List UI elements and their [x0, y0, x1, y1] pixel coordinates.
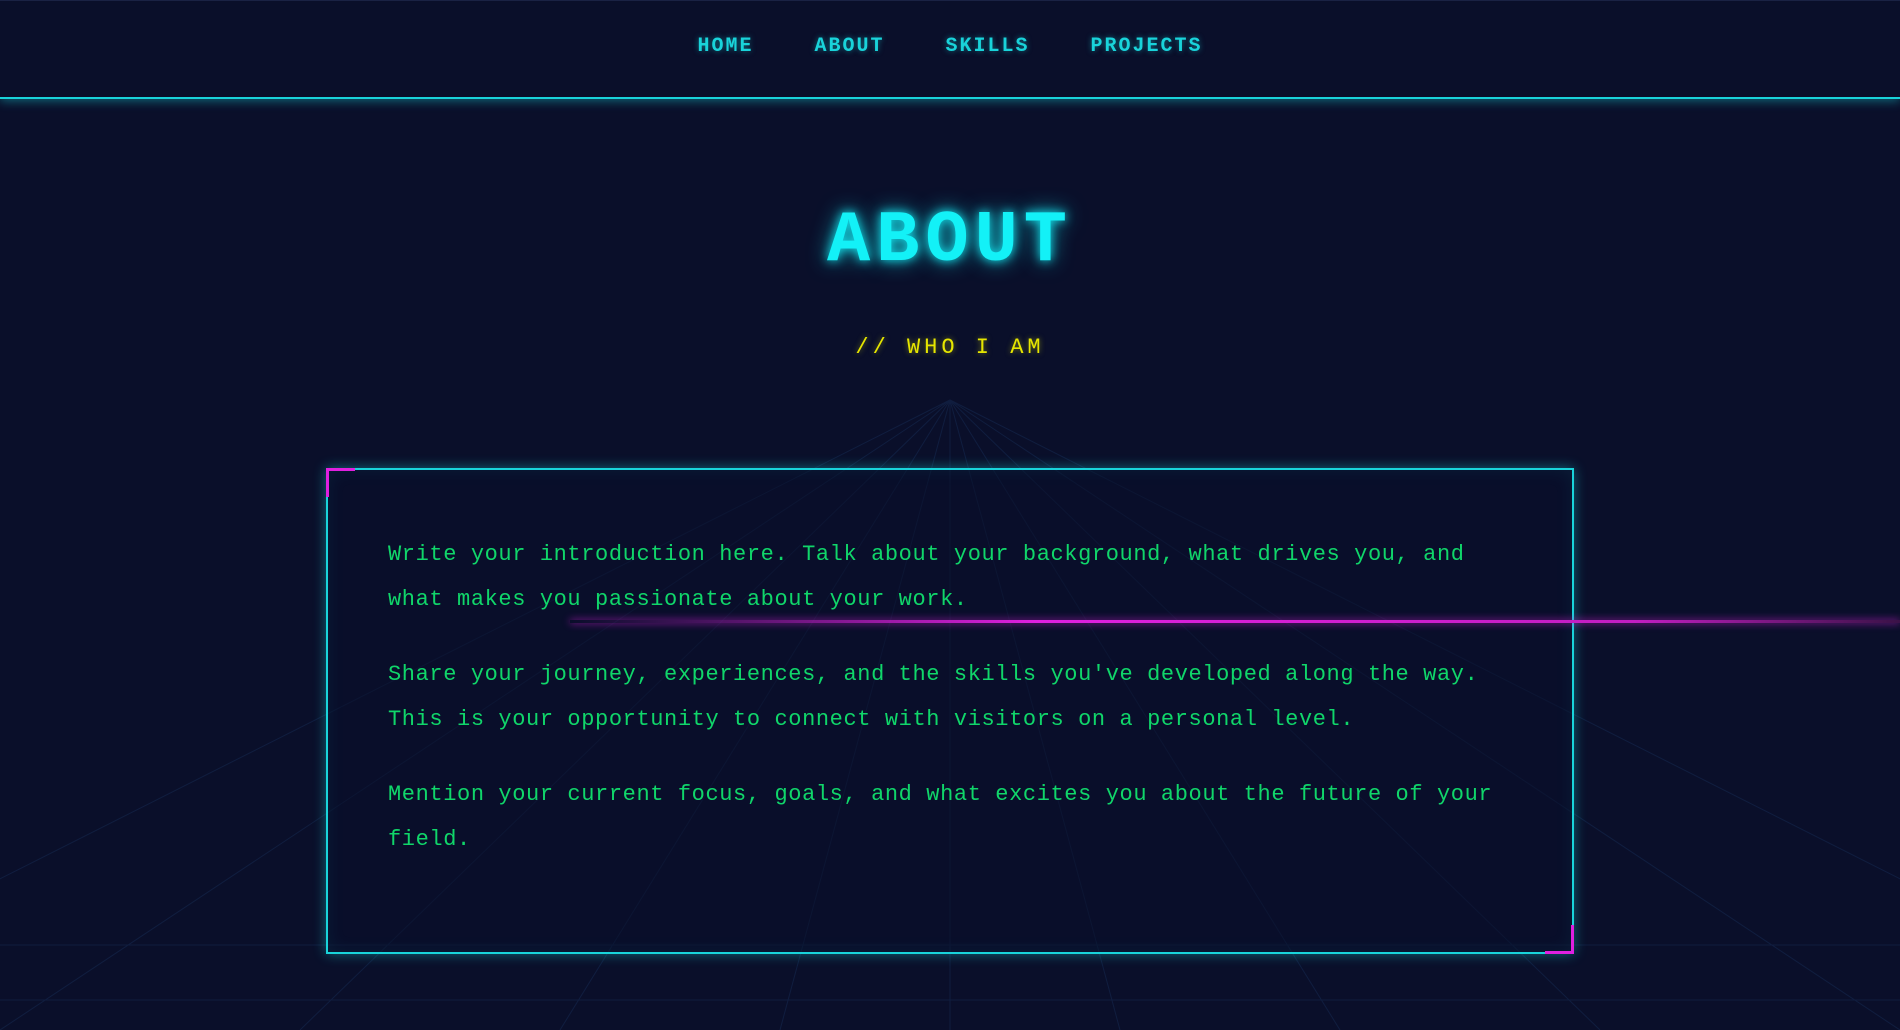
nav-link-about[interactable]: ABOUT: [814, 35, 884, 58]
page: HOME ABOUT SKILLS PROJECTS ABOUT // WHO …: [0, 0, 1900, 1030]
about-paragraph-journey: Share your journey, experiences, and the…: [388, 662, 1479, 732]
corner-accent-bottom-right: [1545, 925, 1574, 954]
nav-link-home[interactable]: HOME: [697, 35, 753, 58]
nav-list: HOME ABOUT SKILLS PROJECTS: [0, 35, 1900, 58]
page-title: ABOUT: [826, 200, 1074, 282]
page-subtitle: // WHO I AM: [855, 335, 1045, 360]
about-paragraph-intro: Write your introduction here. Talk about…: [388, 542, 1465, 612]
top-navbar: HOME ABOUT SKILLS PROJECTS: [0, 0, 1900, 99]
about-card: Write your introduction here. Talk about…: [326, 468, 1574, 954]
nav-item-projects: PROJECTS: [1091, 35, 1203, 58]
nav-item-about: ABOUT: [814, 35, 884, 58]
nav-item-home: HOME: [697, 35, 753, 58]
about-paragraph-focus: Mention your current focus, goals, and w…: [388, 782, 1493, 852]
nav-link-skills[interactable]: SKILLS: [946, 35, 1030, 58]
nav-item-skills: SKILLS: [946, 35, 1030, 58]
nav-link-projects[interactable]: PROJECTS: [1091, 35, 1203, 58]
about-text: Write your introduction here. Talk about…: [388, 532, 1518, 892]
neon-scan-line: [570, 620, 1900, 623]
corner-accent-top-left: [326, 468, 355, 497]
